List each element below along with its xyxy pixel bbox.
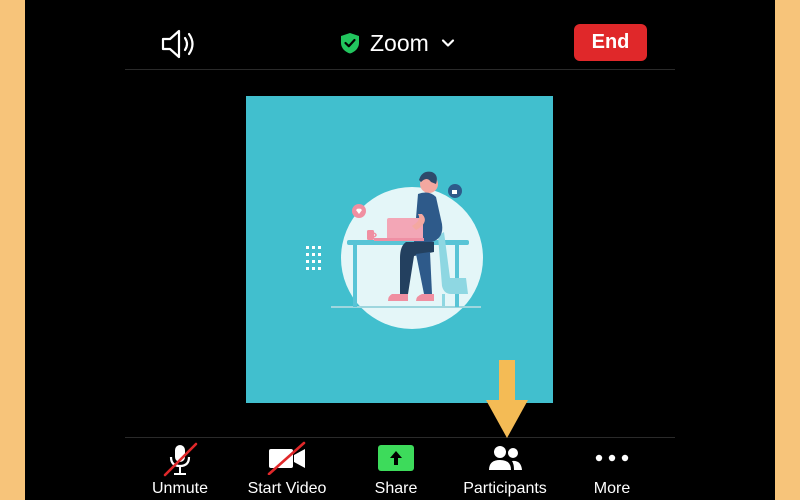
unmute-label: Unmute <box>151 480 209 497</box>
start-video-label: Start Video <box>247 480 327 497</box>
participants-icon <box>489 446 522 470</box>
share-button[interactable]: Share <box>370 438 422 500</box>
meeting-toolbar: Unmute Start Video Share Participants Mo… <box>25 438 775 500</box>
video-tile <box>246 96 553 403</box>
share-icon <box>378 445 414 471</box>
end-meeting-button[interactable]: End <box>574 24 647 61</box>
phone-screen: Zoom End Unmute Start Video Share Partic… <box>25 0 775 500</box>
top-bar: Zoom End <box>25 0 775 70</box>
start-video-button[interactable]: Start Video <box>246 438 328 500</box>
more-icon <box>595 454 629 462</box>
participants-label: Participants <box>463 480 547 497</box>
unmute-button[interactable]: Unmute <box>150 438 210 500</box>
speaker-icon <box>161 29 194 59</box>
more-label: More <box>593 480 631 497</box>
video-off-icon <box>267 441 306 475</box>
avatar-illustration <box>306 171 483 329</box>
mic-muted-icon <box>163 442 198 477</box>
share-label: Share <box>374 480 418 497</box>
speaker-button[interactable] <box>160 27 200 61</box>
shield-check-icon <box>341 33 359 54</box>
arrow-down-icon <box>486 360 528 438</box>
participants-button[interactable]: Participants <box>457 438 553 500</box>
chevron-down-icon <box>441 39 454 47</box>
meeting-title: Zoom <box>370 29 429 56</box>
more-button[interactable]: More <box>589 438 635 500</box>
divider <box>125 69 675 70</box>
meeting-title-dropdown[interactable]: Zoom <box>340 26 455 60</box>
